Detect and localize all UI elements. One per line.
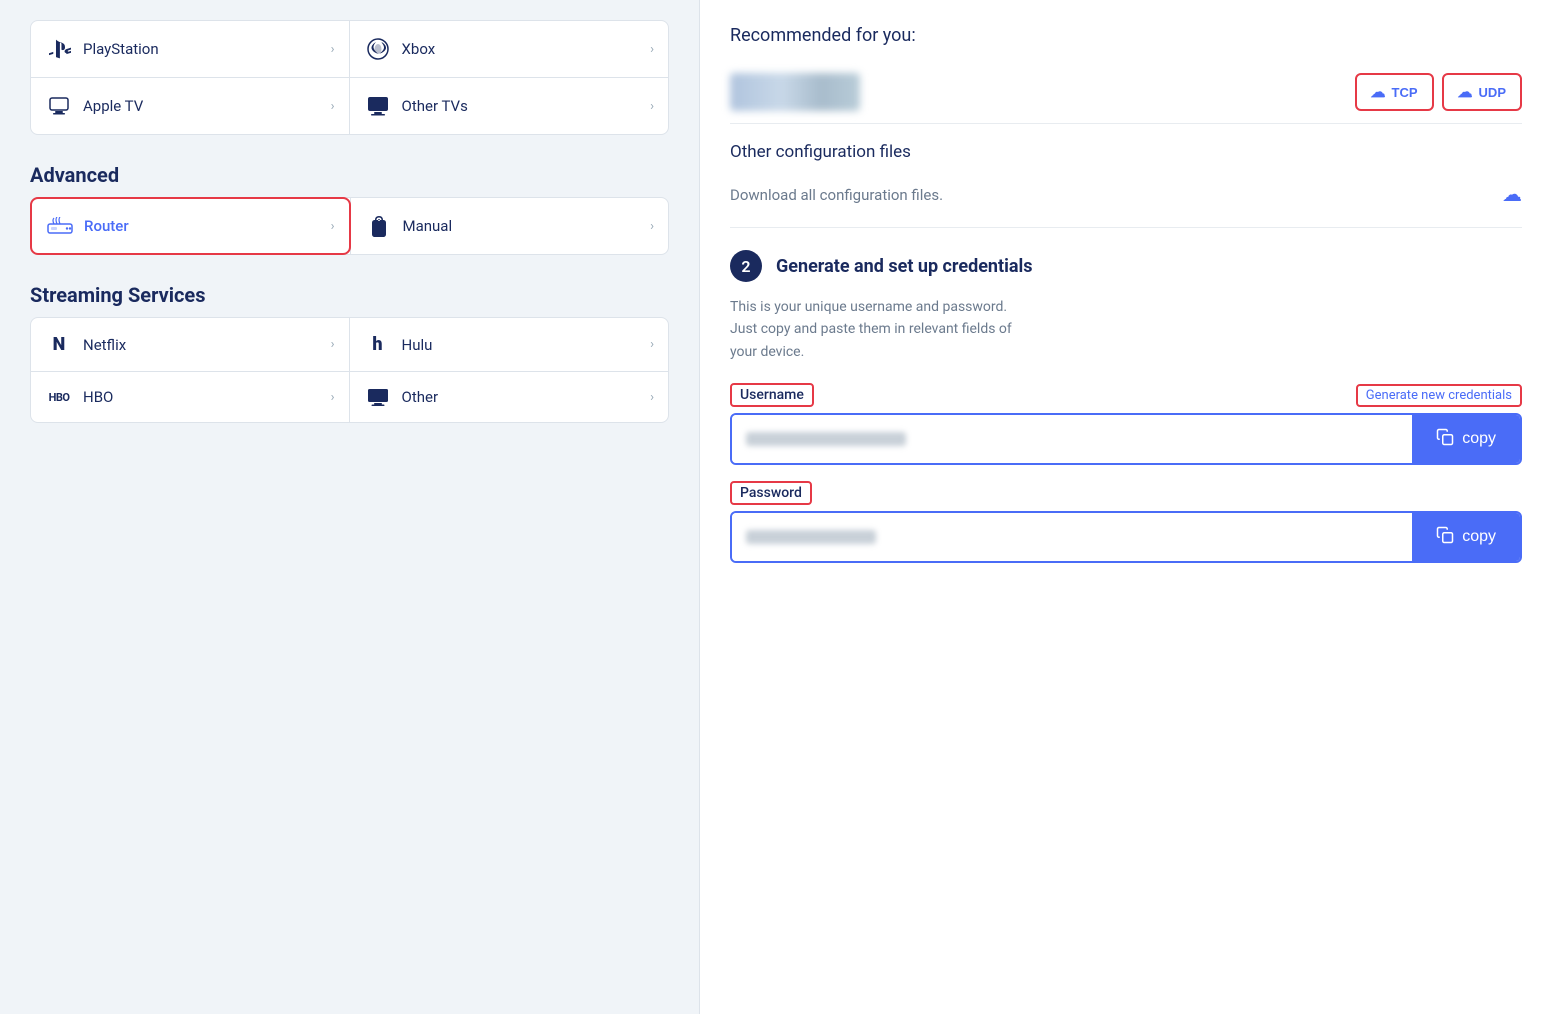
- username-copy-label: copy: [1462, 430, 1496, 448]
- router-icon: [46, 217, 74, 235]
- xbox-chevron: ›: [650, 42, 654, 57]
- tcp-cloud-icon: ☁: [1371, 83, 1386, 101]
- router-item[interactable]: Router ›: [30, 197, 351, 255]
- xbox-item[interactable]: Xbox ›: [350, 21, 669, 77]
- udp-button[interactable]: ☁ UDP: [1442, 73, 1522, 111]
- right-panel: Recommended for you: ☁ TCP ☁ UDP Other c…: [700, 0, 1552, 1014]
- appletv-chevron: ›: [331, 99, 335, 114]
- password-field: [732, 513, 1412, 561]
- streaming-row-1: N Netflix › h Hulu ›: [31, 318, 668, 372]
- playstation-chevron: ›: [331, 42, 335, 57]
- playstation-item[interactable]: PlayStation ›: [31, 21, 350, 77]
- appletv-label: Apple TV: [83, 97, 331, 115]
- recommended-row: ☁ TCP ☁ UDP: [730, 61, 1522, 124]
- other-config-title: Other configuration files: [730, 142, 1522, 162]
- router-label: Router: [84, 217, 331, 235]
- tcp-button[interactable]: ☁ TCP: [1355, 73, 1434, 111]
- recommended-image: [730, 73, 860, 111]
- xbox-label: Xbox: [402, 40, 651, 58]
- username-copy-button[interactable]: copy: [1412, 415, 1520, 463]
- othertv-icon: [364, 94, 392, 118]
- advanced-section-title: Advanced: [30, 163, 669, 187]
- manual-label: Manual: [403, 217, 651, 235]
- netflix-item[interactable]: N Netflix ›: [31, 318, 350, 371]
- hbo-chevron: ›: [331, 390, 335, 405]
- netflix-chevron: ›: [331, 337, 335, 352]
- streaming-grid: N Netflix › h Hulu › HBO HBO ›: [30, 317, 669, 423]
- advanced-grid: Router › Manual ›: [30, 197, 669, 255]
- streaming-section-title: Streaming Services: [30, 283, 669, 307]
- download-buttons: ☁ TCP ☁ UDP: [1355, 73, 1522, 111]
- xbox-icon: [364, 37, 392, 61]
- password-copy-button[interactable]: copy: [1412, 513, 1520, 561]
- router-chevron: ›: [331, 219, 335, 234]
- username-field: [732, 415, 1412, 463]
- device-row-1: PlayStation › Xbox ›: [31, 21, 668, 78]
- download-all-cloud-icon: ☁: [1502, 184, 1522, 206]
- appletv-item[interactable]: Apple TV ›: [31, 78, 350, 134]
- other-config-section: Other configuration files Download all c…: [730, 124, 1522, 228]
- udp-label: UDP: [1479, 85, 1506, 100]
- username-input-row: copy: [730, 413, 1522, 465]
- other-streaming-chevron: ›: [650, 390, 654, 405]
- hbo-item[interactable]: HBO HBO ›: [31, 372, 350, 422]
- other-streaming-label: Other: [402, 388, 651, 406]
- left-panel: PlayStation › Xbox ›: [0, 0, 700, 1014]
- manual-chevron: ›: [650, 219, 654, 234]
- other-streaming-icon: [364, 388, 392, 406]
- device-row-2: Apple TV › Other TVs ›: [31, 78, 668, 134]
- manual-item[interactable]: Manual ›: [350, 198, 669, 254]
- copy-icon-username: [1436, 428, 1454, 451]
- tcp-label: TCP: [1392, 85, 1418, 100]
- other-streaming-item[interactable]: Other ›: [350, 372, 669, 422]
- download-all-button[interactable]: ☁: [1502, 182, 1522, 207]
- password-value: [746, 530, 876, 544]
- generate-credentials-link[interactable]: Generate new credentials: [1356, 384, 1522, 407]
- othertv-item[interactable]: Other TVs ›: [350, 78, 669, 134]
- download-all-row: Download all configuration files. ☁: [730, 174, 1522, 215]
- hulu-chevron: ›: [650, 337, 654, 352]
- password-label: Password: [730, 481, 812, 505]
- udp-cloud-icon: ☁: [1458, 83, 1473, 101]
- username-field-row: Username Generate new credentials: [730, 383, 1522, 407]
- manual-icon: [365, 214, 393, 238]
- playstation-label: PlayStation: [83, 40, 331, 58]
- netflix-icon: N: [45, 334, 73, 355]
- hulu-icon: h: [364, 334, 392, 355]
- hulu-item[interactable]: h Hulu ›: [350, 318, 669, 371]
- password-input-row: copy: [730, 511, 1522, 563]
- password-copy-label: copy: [1462, 528, 1496, 546]
- playstation-icon: [45, 37, 73, 61]
- username-value: [746, 432, 906, 446]
- download-all-text: Download all configuration files.: [730, 186, 943, 204]
- device-grid: PlayStation › Xbox ›: [30, 20, 669, 135]
- hbo-icon: HBO: [45, 391, 73, 404]
- hbo-label: HBO: [83, 388, 331, 406]
- username-label: Username: [730, 383, 814, 407]
- copy-icon-password: [1436, 526, 1454, 549]
- othertv-label: Other TVs: [402, 97, 651, 115]
- credentials-header: 2 Generate and set up credentials: [730, 250, 1522, 282]
- password-field-row: Password: [730, 481, 1522, 505]
- step-badge: 2: [730, 250, 762, 282]
- hulu-label: Hulu: [402, 336, 651, 354]
- credentials-description: This is your unique username and passwor…: [730, 296, 1522, 363]
- appletv-icon: [45, 94, 73, 118]
- othertv-chevron: ›: [650, 99, 654, 114]
- streaming-row-2: HBO HBO › Other ›: [31, 372, 668, 422]
- credentials-section: 2 Generate and set up credentials This i…: [730, 228, 1522, 563]
- credentials-title: Generate and set up credentials: [776, 256, 1033, 277]
- netflix-label: Netflix: [83, 336, 331, 354]
- recommended-title: Recommended for you:: [730, 25, 1522, 46]
